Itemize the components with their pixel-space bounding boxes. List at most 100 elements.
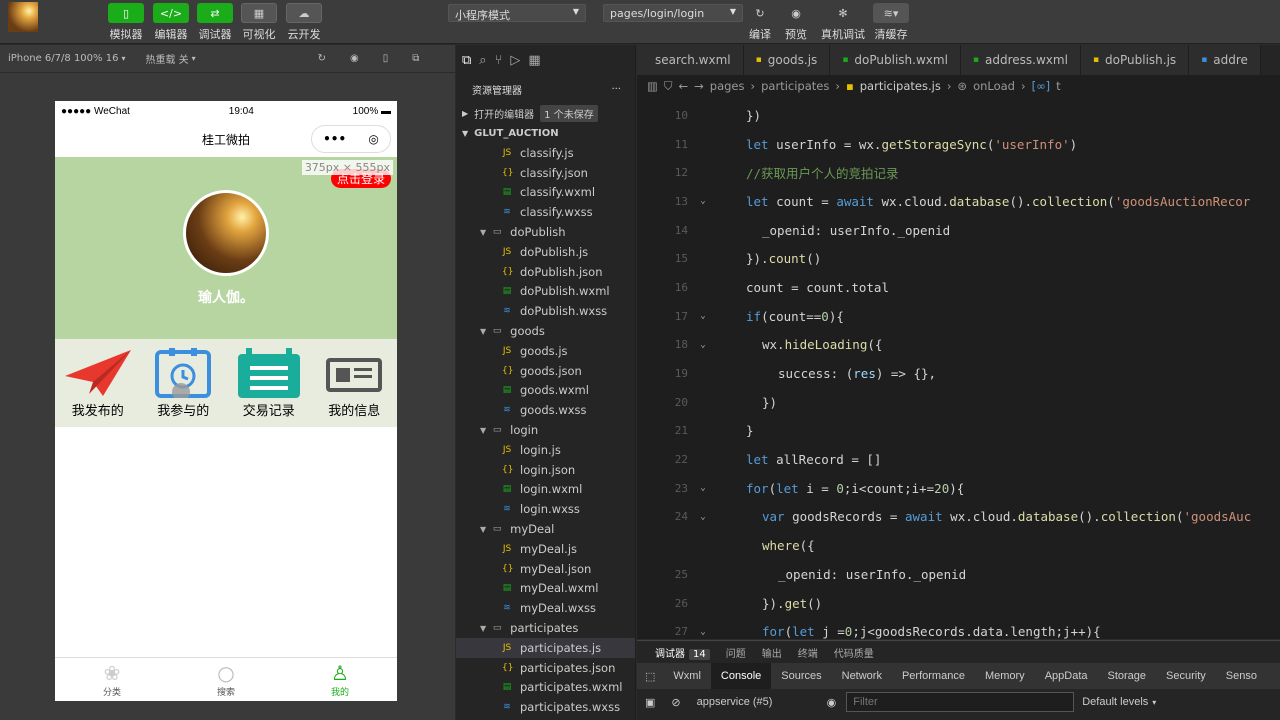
forward-icon[interactable]: → <box>694 79 704 93</box>
folder-item[interactable]: ▼ ▭ goods <box>456 321 635 341</box>
file-item[interactable]: JS goods.js <box>456 341 635 361</box>
inspect-icon[interactable]: ⬚ <box>637 663 663 689</box>
devtools-tab[interactable]: Security <box>1156 663 1216 689</box>
visual-toggle-button[interactable]: ▦ 可视化 <box>239 3 279 42</box>
eye-icon[interactable]: ◉ <box>827 696 837 709</box>
code-area[interactable]: 10}) 11 let userInfo = wx.getStorageSync('… <box>637 101 1280 639</box>
context-select[interactable]: appservice (#5) <box>697 696 827 708</box>
file-item[interactable]: ≋ login.wxss <box>456 499 635 519</box>
simulator-toggle-button[interactable]: ▯ 模拟器 <box>106 3 146 42</box>
file-item[interactable]: ▤ login.wxml <box>456 480 635 500</box>
clear-cache-button[interactable]: ≋▾ 清缓存 <box>871 3 911 42</box>
editor-tab[interactable]: ▪ doPublish.wxml <box>830 45 961 75</box>
tab-classify[interactable]: ❀ 分类 <box>55 658 169 701</box>
file-item[interactable]: JS participates.js <box>456 637 635 658</box>
file-item[interactable]: ▤ classify.wxml <box>456 183 635 203</box>
preview-button[interactable]: ◉ 预览 <box>776 3 816 42</box>
devtools-tab[interactable]: AppData <box>1035 663 1098 689</box>
file-item[interactable]: ▤ myDeal.wxml <box>456 579 635 599</box>
tab-mine[interactable]: ♙ 我的 <box>283 658 397 701</box>
refresh-icon[interactable]: ↻ <box>318 53 326 64</box>
file-item[interactable]: ▤ doPublish.wxml <box>456 282 635 302</box>
capsule-menu[interactable]: ••• ◎ <box>311 125 391 153</box>
tab-problems[interactable]: 问题 <box>726 645 746 660</box>
menu-item-my-info[interactable]: 我的信息 <box>312 339 398 427</box>
sidebar-icon[interactable]: ▣ <box>637 696 663 709</box>
cloud-dev-button[interactable]: ☁ 云开发 <box>284 3 324 42</box>
levels-select[interactable]: Default levels <box>1082 696 1148 708</box>
file-item[interactable]: {} myDeal.json <box>456 559 635 579</box>
compile-button[interactable]: ↻ 编译 <box>740 3 780 42</box>
file-item[interactable]: {} goods.json <box>456 361 635 381</box>
devtools-tab[interactable]: Console <box>710 663 772 689</box>
fold-icon[interactable]: ⌄ <box>692 483 714 493</box>
git-icon[interactable]: ⑂ <box>495 53 503 68</box>
split-icon[interactable]: ▥ <box>647 79 658 93</box>
folder-item[interactable]: ▼ ▭ doPublish <box>456 222 635 242</box>
tab-debugger[interactable]: 调试器 14 <box>655 645 710 660</box>
menu-item-participated[interactable]: 我参与的 <box>141 339 227 427</box>
breadcrumb-pages[interactable]: pages <box>710 79 745 93</box>
extensions-icon[interactable]: ▦ <box>528 53 540 68</box>
file-item[interactable]: {} login.json <box>456 460 635 480</box>
breadcrumb-method[interactable]: onLoad <box>973 79 1015 93</box>
menu-item-transactions[interactable]: 交易记录 <box>226 339 312 427</box>
editor-tab[interactable]: ▪ doPublish.js <box>1080 45 1190 75</box>
device-select[interactable]: iPhone 6/7/8 100% 16 <box>8 53 118 64</box>
stop-icon[interactable]: ◉ <box>350 53 359 64</box>
file-item[interactable]: ≋ classify.wxss <box>456 202 635 222</box>
devtools-tab[interactable]: Wxml <box>663 663 711 689</box>
devtools-tab[interactable]: Storage <box>1098 663 1157 689</box>
back-icon[interactable]: ← <box>679 79 689 93</box>
filter-input[interactable] <box>846 692 1075 712</box>
breadcrumb-file[interactable]: participates.js <box>860 79 941 93</box>
devtools-tab[interactable]: Sources <box>771 663 831 689</box>
editor-toggle-button[interactable]: </> 编辑器 <box>151 3 191 42</box>
more-icon[interactable]: ··· <box>611 84 621 95</box>
open-editors-section[interactable]: ▶ 打开的编辑器 1 个未保存 <box>456 103 635 123</box>
editor-tab[interactable]: ▪ address.wxml <box>960 45 1081 75</box>
file-item[interactable]: ▤ participates.wxml <box>456 678 635 698</box>
popout-icon[interactable]: ⧉ <box>412 53 419 64</box>
file-item[interactable]: ≋ myDeal.wxss <box>456 598 635 618</box>
clear-icon[interactable]: ⊘ <box>663 696 688 709</box>
folder-item[interactable]: ▼ ▭ myDeal <box>456 519 635 539</box>
file-item[interactable]: {} doPublish.json <box>456 262 635 282</box>
avatar[interactable] <box>183 190 269 276</box>
editor-tab[interactable]: search.wxml <box>637 45 744 75</box>
device-icon[interactable]: ▯ <box>383 53 389 64</box>
devtools-tab[interactable]: Network <box>832 663 892 689</box>
editor-tab[interactable]: ▪ addre <box>1189 45 1261 75</box>
file-item[interactable]: {} participates.json <box>456 658 635 678</box>
fold-icon[interactable]: ⌄ <box>692 627 714 637</box>
more-icon[interactable]: ••• <box>323 132 346 146</box>
file-item[interactable]: ▤ goods.wxml <box>456 381 635 401</box>
fold-icon[interactable]: ⌄ <box>692 340 714 350</box>
tab-output[interactable]: 输出 <box>762 645 782 660</box>
project-section[interactable]: ▼ GLUT_AUCTION <box>456 123 635 143</box>
close-target-icon[interactable]: ◎ <box>368 132 378 146</box>
file-item[interactable]: JS classify.js <box>456 143 635 163</box>
file-item[interactable]: JS myDeal.js <box>456 539 635 559</box>
tab-code-quality[interactable]: 代码质量 <box>834 645 874 660</box>
fold-icon[interactable]: ⌄ <box>692 196 714 206</box>
file-item[interactable]: JS doPublish.js <box>456 242 635 262</box>
file-item[interactable]: ≋ participates.wxss <box>456 697 635 717</box>
tab-terminal[interactable]: 终端 <box>798 645 818 660</box>
debug-icon[interactable]: ▷ <box>510 53 520 68</box>
menu-item-published[interactable]: 我发布的 <box>55 339 141 427</box>
remote-debug-button[interactable]: ✻ 真机调试 <box>821 3 865 42</box>
file-item[interactable]: {} classify.json <box>456 163 635 183</box>
fold-icon[interactable]: ⌄ <box>692 311 714 321</box>
files-icon[interactable]: ⧉ <box>462 53 471 68</box>
breadcrumb-symbol[interactable]: t <box>1056 79 1061 93</box>
hot-reload-toggle[interactable]: 热重载 关 <box>145 51 188 66</box>
editor-tab[interactable]: ▪ goods.js <box>743 45 831 75</box>
bookmark-icon[interactable]: ⛉ <box>664 79 673 94</box>
folder-item[interactable]: ▼ ▭ participates <box>456 618 635 638</box>
devtools-tab[interactable]: Performance <box>892 663 975 689</box>
tab-search[interactable]: ○ 搜索 <box>169 658 283 701</box>
file-item[interactable]: ≋ goods.wxss <box>456 400 635 420</box>
search-icon[interactable]: ⌕ <box>479 53 486 68</box>
file-item[interactable]: JS login.js <box>456 440 635 460</box>
